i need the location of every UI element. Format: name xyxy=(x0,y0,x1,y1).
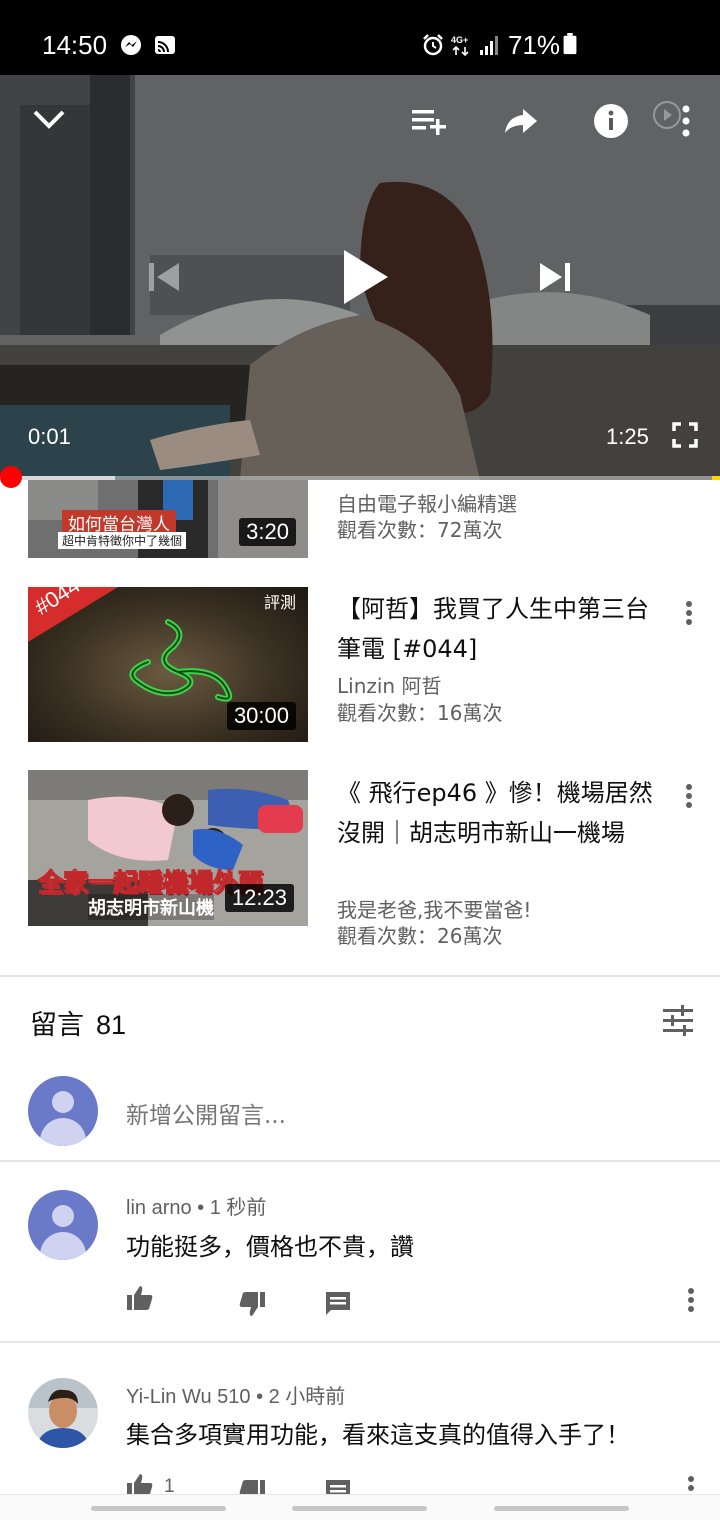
video-channel: 我是老爸,我不要當爸! xyxy=(337,898,532,922)
status-time: 14:50 xyxy=(42,30,108,60)
video-thumbnail[interactable]: 全家一起睡機場外面 胡志明市新山機 12:23 xyxy=(28,770,308,926)
video-thumbnail[interactable]: #044 評測 30:00 xyxy=(28,587,308,742)
comments-count: 81 xyxy=(96,1010,127,1040)
nav-back-handle[interactable] xyxy=(494,1506,629,1511)
network-4g-icon: 4G+ xyxy=(451,35,469,56)
avatar[interactable] xyxy=(28,1378,98,1448)
video-duration: 12:23 xyxy=(224,884,294,912)
info-icon[interactable] xyxy=(594,104,628,138)
section-divider xyxy=(0,1160,720,1162)
total-duration: 1:25 xyxy=(606,424,649,449)
more-vert-icon[interactable] xyxy=(682,1288,700,1318)
battery-percent: 71% xyxy=(508,30,561,60)
more-vert-icon[interactable] xyxy=(680,105,692,137)
video-views: 觀看次數：72萬次 xyxy=(337,518,503,542)
fullscreen-icon[interactable] xyxy=(672,422,698,448)
skip-previous-icon[interactable] xyxy=(147,261,181,293)
comment-author[interactable]: lin arno • 1 秒前 xyxy=(126,1191,266,1220)
video-title[interactable]: 【阿哲】我買了人生中第三台筆電 [#044] xyxy=(337,589,657,669)
share-icon[interactable] xyxy=(503,107,539,135)
status-bar: 14:50 4G+ 71% xyxy=(0,0,720,75)
avatar xyxy=(28,1076,98,1146)
skip-next-icon[interactable] xyxy=(538,261,572,293)
add-comment-input[interactable]: 新增公開留言... xyxy=(126,1096,286,1130)
alarm-icon xyxy=(423,34,443,56)
thumb-down-icon[interactable] xyxy=(238,1290,266,1318)
svg-text:4G+: 4G+ xyxy=(451,35,468,45)
battery-icon xyxy=(563,33,577,55)
related-video[interactable]: 如何當台灣人 超中肯特徵你中了幾個 3:20 自由電子報小編精選 觀看次數：72… xyxy=(0,480,720,560)
comment-text: 集合多項實用功能，看來這支真的值得入手了！ xyxy=(126,1421,630,1449)
avatar[interactable] xyxy=(28,1190,98,1260)
section-divider xyxy=(0,1341,720,1343)
related-video[interactable]: 全家一起睡機場外面 胡志明市新山機 12:23 《 飛行ep46 》慘！機場居然… xyxy=(0,770,720,950)
comments-label: 留言 xyxy=(30,1010,84,1041)
video-duration: 3:20 xyxy=(239,518,296,546)
thumbnail-subcaption: 超中肯特徵你中了幾個 xyxy=(58,532,187,549)
signal-icon xyxy=(480,36,498,55)
thumbnail-subcaption: 胡志明市新山機 xyxy=(88,894,214,920)
nav-recents-handle[interactable] xyxy=(91,1506,226,1511)
section-divider xyxy=(0,975,720,977)
video-player[interactable]: 0:01 1:25 xyxy=(0,75,720,480)
video-views: 觀看次數：26萬次 xyxy=(337,924,503,948)
more-vert-icon[interactable] xyxy=(680,784,698,814)
video-channel: 自由電子報小編精選 xyxy=(337,492,517,516)
thumbnail-tag: 評測 xyxy=(263,593,296,612)
thumb-up-icon[interactable] xyxy=(126,1284,154,1312)
comments-header[interactable]: 留言 81 xyxy=(30,1003,126,1042)
cast-icon xyxy=(155,36,175,54)
more-vert-icon[interactable] xyxy=(680,601,698,631)
video-duration: 30:00 xyxy=(226,702,296,730)
nav-home-handle[interactable] xyxy=(292,1506,427,1511)
current-time: 0:01 xyxy=(28,424,71,449)
related-video[interactable]: #044 評測 30:00 【阿哲】我買了人生中第三台筆電 [#044] Lin… xyxy=(0,587,720,743)
video-views: 觀看次數：16萬次 xyxy=(337,701,503,725)
reply-icon[interactable] xyxy=(324,1290,352,1318)
comment-author[interactable]: Yi-Lin Wu 510 • 2 小時前 xyxy=(126,1380,345,1409)
video-thumbnail[interactable]: 如何當台灣人 超中肯特徵你中了幾個 3:20 xyxy=(28,480,308,558)
comment-text: 功能挺多，價格也不貴，讚 xyxy=(126,1233,414,1261)
video-title[interactable]: 《 飛行ep46 》慘！機場居然沒開｜胡志明市新山一機場 xyxy=(337,773,657,853)
system-nav-bar xyxy=(0,1494,720,1520)
sort-icon[interactable] xyxy=(662,1004,694,1036)
chevron-down-icon[interactable] xyxy=(32,107,66,131)
messenger-icon xyxy=(121,35,141,55)
play-icon[interactable] xyxy=(342,248,390,306)
playlist-add-icon[interactable] xyxy=(410,105,448,135)
video-channel: Linzin 阿哲 xyxy=(337,674,442,698)
